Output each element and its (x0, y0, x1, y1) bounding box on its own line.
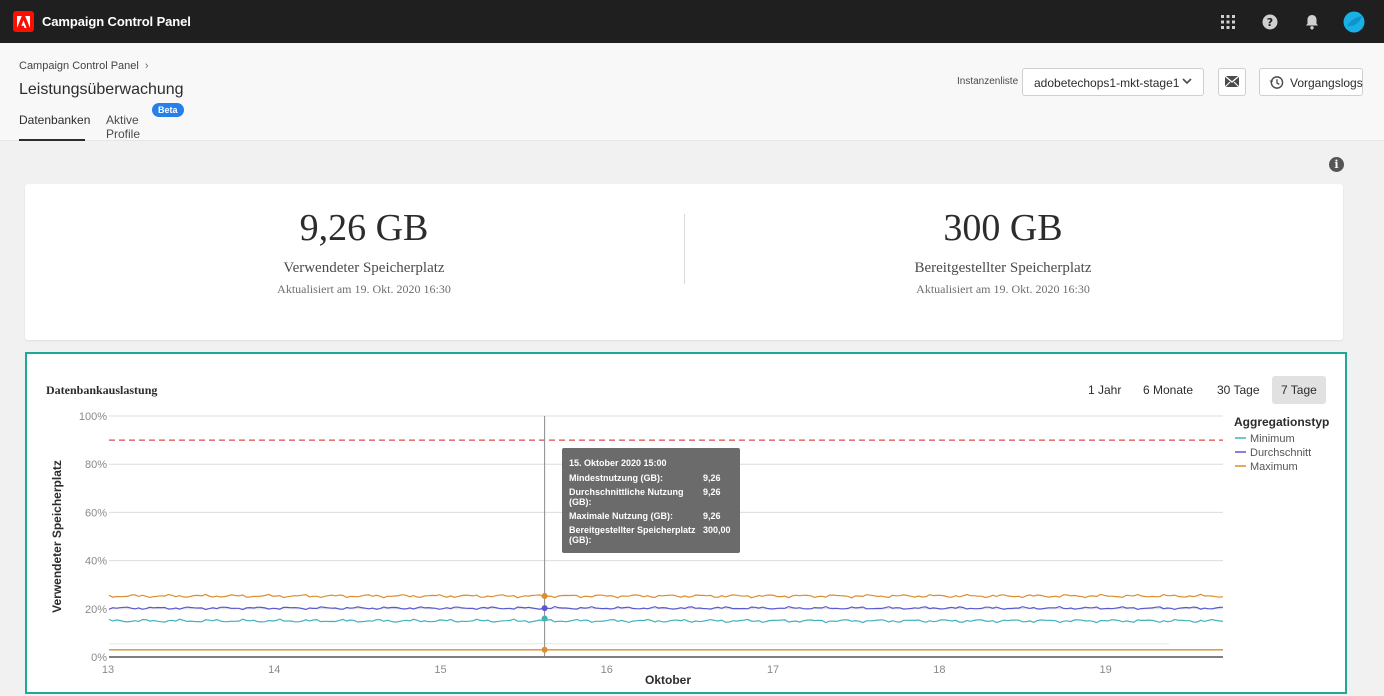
tooltip-row-value: 9,26 (703, 487, 721, 497)
x-tick-label: 17 (767, 664, 779, 676)
y-tick-label: 80% (85, 459, 107, 471)
database-usage-chart-card: Datenbankauslastung 1 Jahr 6 Monate 30 T… (25, 352, 1347, 694)
email-alerts-button[interactable] (1218, 68, 1246, 96)
page-header: Campaign Control Panel › Leistungsüberwac… (0, 43, 1384, 141)
storage-summary-card: 9,26 GB Verwendeter Speicherplatz Aktual… (25, 184, 1343, 340)
app-switcher-icon[interactable] (1216, 10, 1240, 34)
y-axis-label: Verwendeter Speicherplatz (50, 460, 64, 613)
y-tick-label: 100% (79, 411, 107, 423)
y-tick-label: 60% (85, 507, 107, 519)
operation-logs-button[interactable]: Vorgangslogs (1259, 68, 1363, 96)
x-tick-label: 19 (1099, 664, 1111, 676)
mail-icon (1224, 75, 1240, 88)
x-tick-label: 18 (933, 664, 945, 676)
legend-item-durchschnitt: Durchschnitt (1250, 447, 1311, 459)
usage-line-chart[interactable]: 0% 20% 40% 60% 80% 100% 13 14 15 16 17 18 19 Oktober V… (27, 354, 1345, 692)
top-bar: Campaign Control Panel ? (0, 0, 1384, 43)
instance-selected-value: adobetechops1-mkt-stage1 (1034, 76, 1180, 90)
instance-select[interactable]: adobetechops1-mkt-stage1 (1022, 68, 1204, 96)
legend-title: Aggregationstyp (1234, 415, 1329, 429)
info-icon[interactable]: i (1329, 157, 1344, 172)
x-tick-label: 15 (434, 664, 446, 676)
notifications-bell-icon[interactable] (1300, 10, 1324, 34)
breadcrumb: Campaign Control Panel › (19, 60, 149, 72)
stat-divider (684, 214, 685, 284)
used-storage-stat: 9,26 GB Verwendeter Speicherplatz Aktual… (164, 206, 564, 297)
x-tick-label: 14 (268, 664, 280, 676)
series-line-minimum (108, 618, 1224, 624)
provisioned-storage-stat: 300 GB Bereitgestellter Speicherplatz Ak… (803, 206, 1203, 297)
chevron-right-icon: › (144, 60, 149, 72)
page-title: Leistungsüberwachung (19, 81, 184, 98)
hover-point (541, 646, 548, 653)
user-avatar[interactable] (1342, 10, 1366, 34)
hover-point (541, 593, 548, 600)
tooltip-row-label: Maximale Nutzung (GB): (569, 511, 673, 521)
svg-text:?: ? (1267, 16, 1273, 29)
used-storage-value: 9,26 GB (299, 207, 429, 249)
instance-list-label: Instanzenliste (957, 76, 1019, 87)
history-clock-icon (1269, 76, 1284, 89)
hover-point (541, 605, 548, 612)
operation-logs-label: Vorgangslogs (1290, 76, 1363, 90)
used-storage-label: Verwendeter Speicherplatz (283, 260, 445, 276)
tab-datenbanken[interactable]: Datenbanken (19, 113, 90, 141)
tab-aktive-profile[interactable]: Aktive Profile (106, 113, 176, 141)
tooltip-title: 15. Oktober 2020 15:00 (569, 458, 667, 468)
x-axis-label: Oktober (645, 673, 691, 687)
provisioned-storage-updated: Aktualisiert am 19. Okt. 2020 16:30 (916, 282, 1090, 296)
tooltip-row-label: Durchschnittliche Nutzung (569, 487, 684, 497)
provisioned-storage-label: Bereitgestellter Speicherplatz (914, 260, 1092, 276)
y-tick-label: 40% (85, 556, 107, 568)
x-tick-label: 13 (102, 664, 114, 676)
used-storage-updated: Aktualisiert am 19. Okt. 2020 16:30 (277, 282, 451, 296)
tooltip-row-value: 300,00 (703, 525, 731, 535)
beta-badge: Beta (152, 103, 184, 117)
adobe-logo-icon[interactable] (13, 11, 34, 32)
hover-point (541, 615, 548, 622)
series-line-maximum (108, 593, 1224, 599)
tooltip-row-label: Bereitgestellter Speicherplatz (569, 525, 696, 535)
legend-item-minimum: Minimum (1250, 433, 1295, 445)
tooltip-row-label: Mindestnutzung (GB): (569, 473, 663, 483)
y-tick-label: 20% (85, 604, 107, 616)
breadcrumb-root-link[interactable]: Campaign Control Panel (19, 60, 139, 72)
chevron-down-icon (1181, 75, 1193, 90)
y-tick-label: 0% (91, 652, 107, 664)
x-tick-label: 16 (601, 664, 613, 676)
help-icon[interactable]: ? (1258, 10, 1282, 34)
provisioned-storage-value: 300 GB (943, 207, 1063, 249)
tooltip-row-label: (GB): (569, 535, 592, 545)
app-title[interactable]: Campaign Control Panel (42, 14, 191, 29)
tooltip-row-value: 9,26 (703, 473, 721, 483)
tooltip-row-value: 9,26 (703, 511, 721, 521)
tooltip-row-label: (GB): (569, 497, 592, 507)
legend-item-maximum: Maximum (1250, 461, 1298, 473)
